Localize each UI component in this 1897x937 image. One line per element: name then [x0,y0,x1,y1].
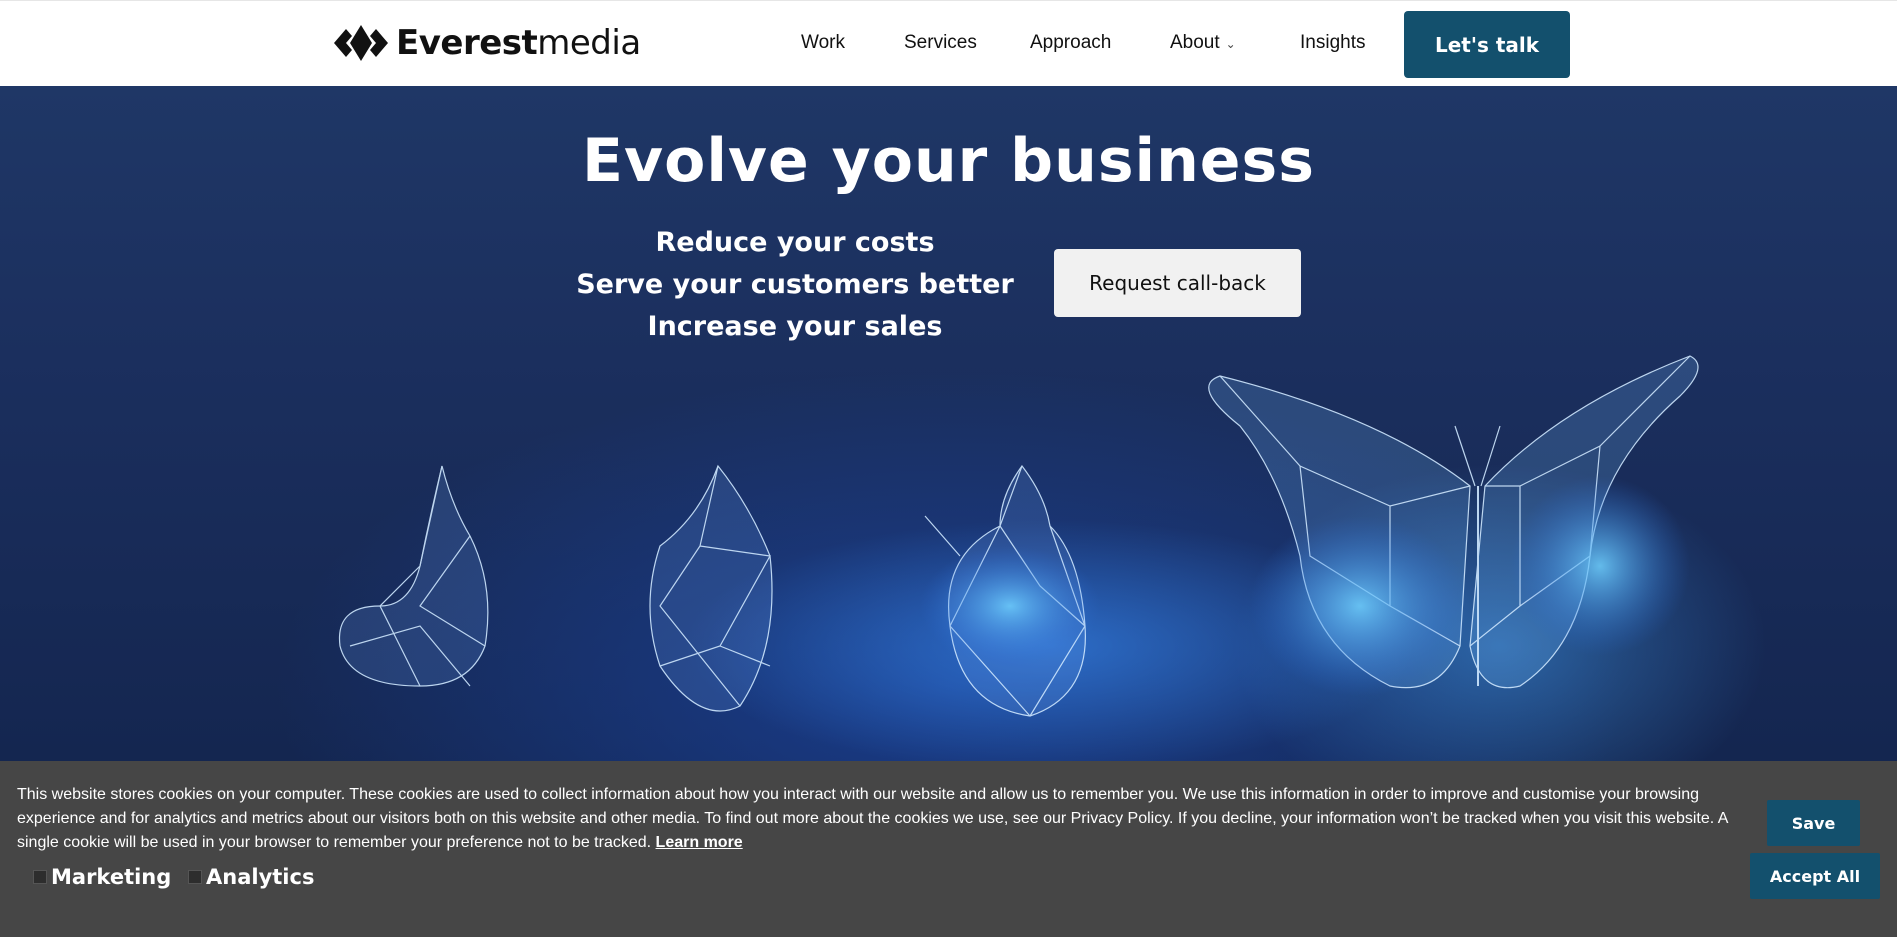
nav-services[interactable]: Services [904,32,977,54]
benefit-item: Reduce your costs [655,227,935,258]
site-header: Everestmedia Work Services Approach Abou… [0,0,1897,86]
cookie-banner: This website stores cookies on your comp… [0,761,1897,937]
nav-about-label: About [1170,32,1220,53]
benefit-item: Serve your customers better [576,269,1014,300]
lets-talk-button[interactable]: Let's talk [1404,11,1570,78]
analytics-label: Analytics [206,865,315,889]
nav-work[interactable]: Work [801,32,845,54]
brand-name: Everestmedia [396,23,641,63]
hero-section: Evolve your business Reduce your costs S… [0,86,1897,761]
marketing-option[interactable]: Marketing [33,865,171,889]
hero-title: Evolve your business [582,126,1315,196]
marketing-label: Marketing [51,865,172,889]
nav-approach[interactable]: Approach [1030,32,1111,54]
analytics-checkbox[interactable] [188,870,202,884]
cookie-notice: This website stores cookies on your comp… [17,783,1737,855]
chevron-down-icon: ⌄ [1225,37,1236,51]
accept-all-button[interactable]: Accept All [1750,853,1880,899]
request-callback-button[interactable]: Request call-back [1054,249,1301,317]
nav-insights[interactable]: Insights [1300,32,1365,54]
marketing-checkbox[interactable] [33,870,47,884]
learn-more-link[interactable]: Learn more [656,834,743,851]
brand-name-light: media [537,23,641,63]
diamond-logo-icon [334,25,388,61]
analytics-option[interactable]: Analytics [188,865,314,889]
brand-name-bold: Everest [396,23,538,63]
save-button[interactable]: Save [1767,800,1860,846]
benefits-list: Reduce your costs Serve your customers b… [560,222,1030,348]
cookie-notice-text: This website stores cookies on your comp… [17,786,1728,851]
nav-about[interactable]: About ⌄ [1170,32,1236,54]
brand-logo[interactable]: Everestmedia [334,23,641,63]
benefit-item: Increase your sales [647,311,943,342]
